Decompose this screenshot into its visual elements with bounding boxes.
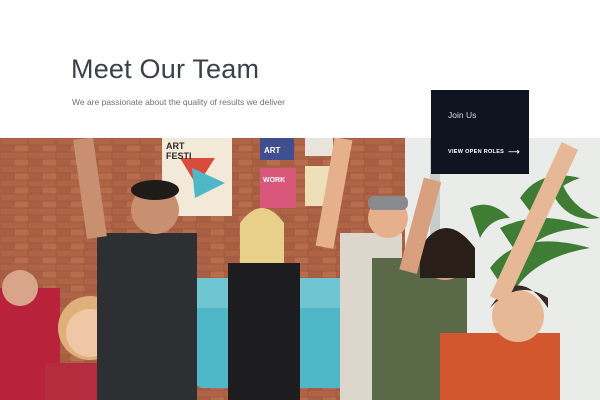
poster-text-3: ART bbox=[264, 146, 281, 155]
poster-text-1: ART bbox=[166, 141, 185, 151]
join-us-title: Join Us bbox=[448, 110, 477, 120]
poster-text-2: FESTI bbox=[166, 151, 192, 161]
page-subtitle: We are passionate about the quality of r… bbox=[72, 97, 285, 107]
poster-work bbox=[260, 168, 296, 208]
poster-text-4: WORK bbox=[263, 177, 285, 184]
view-open-roles-link[interactable]: VIEW OPEN ROLES ⟶ bbox=[448, 147, 520, 156]
arrow-right-icon: ⟶ bbox=[508, 147, 520, 156]
team-photo: ART FESTI ART WORK bbox=[0, 138, 600, 400]
page-title: Meet Our Team bbox=[71, 54, 260, 84]
view-open-roles-label: VIEW OPEN ROLES bbox=[448, 149, 505, 155]
join-us-card: Join Us VIEW OPEN ROLES ⟶ bbox=[431, 90, 529, 174]
